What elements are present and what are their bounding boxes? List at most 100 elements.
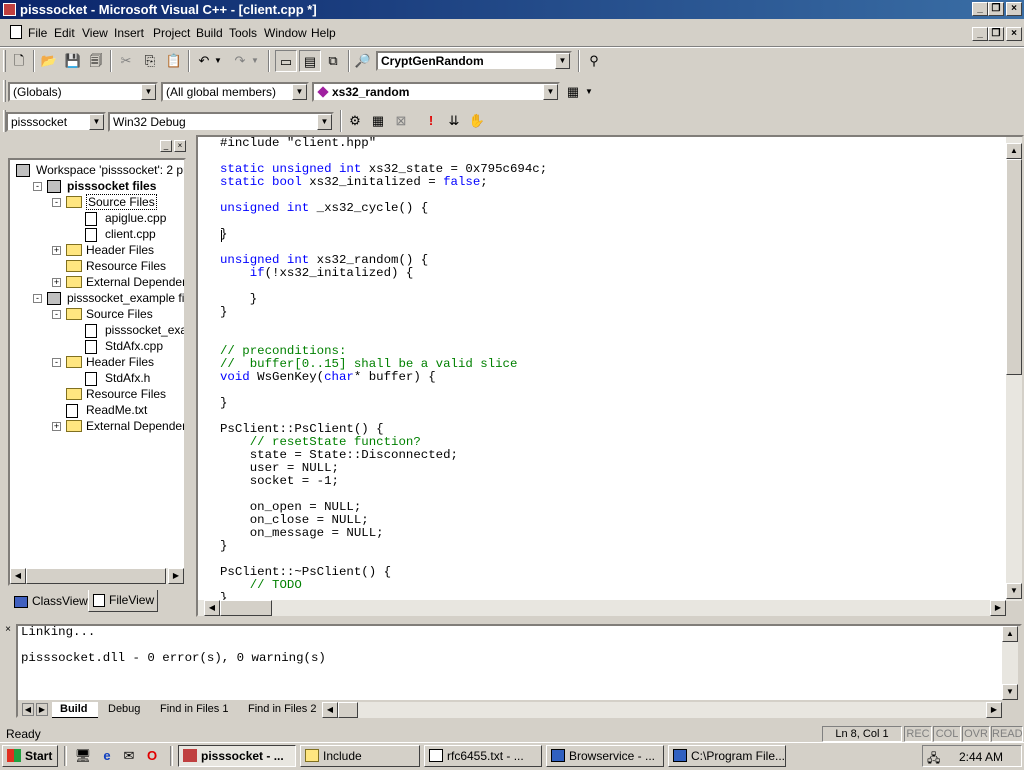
output-vscrollbar[interactable]: ▲ ▼ <box>1002 626 1018 700</box>
menu-file[interactable]: File <box>28 26 47 40</box>
config-combo[interactable]: Win32 Debug ▼ <box>108 112 334 132</box>
compile-icon[interactable]: ⚙ <box>344 110 366 132</box>
find-combo[interactable]: CryptGenRandom ▼ <box>376 51 572 71</box>
scroll-left-icon[interactable]: ◀ <box>204 600 220 616</box>
tray-network-icon[interactable]: 🖧 <box>927 749 940 770</box>
project-combo[interactable]: pisssocket ▼ <box>6 112 106 132</box>
scroll-up-icon[interactable]: ▲ <box>1006 143 1022 159</box>
scroll-left-icon[interactable]: ◀ <box>10 568 26 584</box>
breakpoint-hand-icon[interactable]: ✋ <box>466 110 488 132</box>
output-tab-scroll-left-icon[interactable]: ◀ <box>22 703 34 716</box>
tab-debug[interactable]: Debug <box>100 702 152 718</box>
collapse-icon[interactable]: - <box>52 310 61 319</box>
code-editor[interactable]: #include "client.hpp" static unsigned in… <box>198 137 1006 600</box>
collapse-icon[interactable]: - <box>33 182 42 191</box>
menu-tools[interactable]: Tools <box>229 26 257 40</box>
binoculars-icon[interactable]: ⚲ <box>583 50 605 72</box>
workspace-toggle-icon[interactable]: ▭ <box>275 50 297 72</box>
close-button[interactable]: × <box>1006 2 1022 16</box>
wizard-actions-dropdown-icon[interactable]: ▼ <box>584 81 594 103</box>
output-window[interactable]: Linking... pisssocket.dll - 0 error(s), … <box>18 626 1002 700</box>
start-button[interactable]: Start <box>2 745 58 767</box>
output-tab-scroll-right-icon[interactable]: ▶ <box>36 703 48 716</box>
redo-dropdown-icon[interactable]: ▼ <box>250 50 260 72</box>
scroll-thumb[interactable] <box>220 600 272 616</box>
execute-icon[interactable]: ! <box>420 110 442 132</box>
menu-window[interactable]: Window <box>264 26 307 40</box>
tab-classview[interactable]: ClassView <box>10 592 88 612</box>
scroll-thumb[interactable] <box>26 568 166 584</box>
scroll-thumb[interactable] <box>338 702 358 718</box>
chevron-down-icon[interactable]: ▼ <box>317 114 332 130</box>
task-browservice[interactable]: Browservice - ... <box>546 745 664 767</box>
stop-build-icon[interactable]: ⊠ <box>390 110 412 132</box>
tab-fileview[interactable]: FileView <box>88 590 158 612</box>
open-folder-icon[interactable]: 📂 <box>38 50 60 72</box>
scroll-right-icon[interactable]: ▶ <box>168 568 184 584</box>
task-rfc6455[interactable]: rfc6455.txt - ... <box>424 745 542 767</box>
menu-build[interactable]: Build <box>196 26 223 40</box>
workspace-hscrollbar[interactable]: ◀ ▶ <box>10 568 184 584</box>
function-combo[interactable]: xs32_random ▼ <box>312 82 560 102</box>
restore-button[interactable]: ❐ <box>988 2 1004 16</box>
save-all-icon[interactable]: 🗐 <box>85 50 107 72</box>
workspace-close-button[interactable]: × <box>174 140 186 152</box>
code-text[interactable]: #include "client.hpp" static unsigned in… <box>220 137 547 600</box>
output-hscrollbar[interactable]: ◀ ▶ <box>322 702 1002 718</box>
outlook-express-icon[interactable]: ✉ <box>118 745 140 767</box>
expand-icon[interactable]: + <box>52 246 61 255</box>
task-include[interactable]: Include <box>300 745 420 767</box>
opera-icon[interactable]: O <box>141 745 163 767</box>
minimize-button[interactable]: _ <box>972 2 988 16</box>
new-text-file-icon[interactable]: 🗋 <box>8 50 30 72</box>
menu-project[interactable]: Project <box>153 26 190 40</box>
tab-find-in-files-2[interactable]: Find in Files 2 <box>240 702 320 718</box>
paste-icon[interactable]: 📋 <box>163 50 185 72</box>
build-icon[interactable]: ▦ <box>367 110 389 132</box>
undo-icon[interactable]: ↶ <box>193 50 215 72</box>
tab-find-in-files-1[interactable]: Find in Files 1 <box>152 702 238 718</box>
output-toggle-icon[interactable]: ▤ <box>299 50 321 72</box>
scroll-down-icon[interactable]: ▼ <box>1006 583 1022 599</box>
tab-build[interactable]: Build <box>52 702 98 718</box>
workspace-tree[interactable]: Workspace 'pisssocket': 2 proje-pisssock… <box>8 158 186 586</box>
menu-insert[interactable]: Insert <box>114 26 144 40</box>
clock[interactable]: 2:44 AM <box>959 750 1003 764</box>
scroll-up-icon[interactable]: ▲ <box>1002 626 1018 642</box>
window-list-icon[interactable]: ⧉ <box>322 50 344 72</box>
globals-combo[interactable]: (Globals) ▼ <box>8 82 158 102</box>
expand-icon[interactable]: + <box>52 278 61 287</box>
wizard-actions-icon[interactable]: ▦ <box>562 81 584 103</box>
scroll-right-icon[interactable]: ▶ <box>990 600 1006 616</box>
mdi-restore-button[interactable]: ❐ <box>988 27 1004 41</box>
collapse-icon[interactable]: - <box>52 358 61 367</box>
chevron-down-icon[interactable]: ▼ <box>543 84 558 100</box>
mdi-close-button[interactable]: × <box>1006 27 1022 41</box>
chevron-down-icon[interactable]: ▼ <box>89 114 104 130</box>
document-icon[interactable] <box>10 25 22 39</box>
title-bar[interactable]: pisssocket - Microsoft Visual C++ - [cli… <box>0 0 1024 19</box>
app-icon[interactable] <box>3 3 16 16</box>
chevron-down-icon[interactable]: ▼ <box>141 84 156 100</box>
redo-icon[interactable]: ↷ <box>229 50 251 72</box>
task-pisssocket[interactable]: pisssocket - ... <box>178 745 296 767</box>
scroll-down-icon[interactable]: ▼ <box>1002 684 1018 700</box>
menu-view[interactable]: View <box>82 26 108 40</box>
cut-icon[interactable]: ✂ <box>115 50 137 72</box>
menu-edit[interactable]: Edit <box>54 26 75 40</box>
scroll-right-icon[interactable]: ▶ <box>986 702 1002 718</box>
editor-vscrollbar[interactable]: ▲ ▼ <box>1006 137 1022 601</box>
save-icon[interactable]: 💾 <box>62 50 84 72</box>
output-close-button[interactable]: × <box>2 625 14 637</box>
collapse-icon[interactable]: - <box>33 294 42 303</box>
members-combo[interactable]: (All global members) ▼ <box>161 82 309 102</box>
mdi-minimize-button[interactable]: _ <box>972 27 988 41</box>
menu-help[interactable]: Help <box>311 26 336 40</box>
undo-dropdown-icon[interactable]: ▼ <box>213 50 223 72</box>
workspace-dock-button[interactable]: _ <box>160 140 172 152</box>
expand-icon[interactable]: + <box>52 422 61 431</box>
scroll-left-icon[interactable]: ◀ <box>322 702 338 718</box>
chevron-down-icon[interactable]: ▼ <box>292 84 307 100</box>
show-desktop-icon[interactable]: 🖥 <box>72 745 94 767</box>
scroll-thumb[interactable] <box>1006 159 1022 375</box>
